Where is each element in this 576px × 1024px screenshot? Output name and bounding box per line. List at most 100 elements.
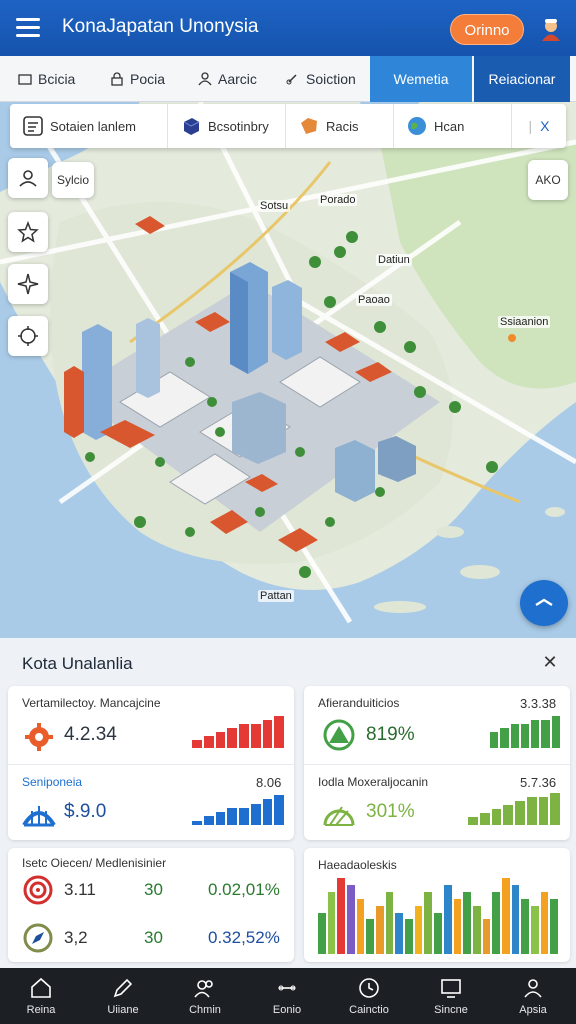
panel-title: Kota Unalanlia	[22, 654, 133, 673]
map-label: Ssiaanion	[498, 316, 551, 328]
profile-icon[interactable]	[538, 16, 564, 42]
chart-bar	[443, 885, 452, 954]
compass-button[interactable]	[8, 264, 48, 304]
stat-secondary: 8.06	[256, 775, 282, 790]
city-map[interactable]: Sylcio AKO Sotsu Porado Datiun Paoao Ssi…	[0, 102, 576, 638]
nav-item-contact[interactable]: Cainctio	[328, 968, 410, 1024]
chart-bar	[503, 805, 513, 825]
person-pin-icon	[19, 170, 37, 187]
triangle-icon	[323, 719, 355, 751]
chart-bar	[463, 892, 471, 954]
metric-row[interactable]: 3.11 30 0.02,01%	[8, 870, 294, 914]
nav-label: Sincne	[434, 1004, 468, 1016]
tab-label: Pocia	[130, 71, 166, 87]
map-mode-chip[interactable]: AKO	[528, 160, 568, 200]
stat-label: Iodla Moxeraljocanin	[318, 775, 429, 789]
filter-segment[interactable]: Racis	[286, 104, 394, 148]
map-label: Paoao	[356, 294, 392, 306]
filter-label: Hcan	[434, 118, 465, 134]
navigate-button[interactable]	[520, 580, 568, 626]
chart-bar	[551, 716, 560, 748]
user-icon	[524, 979, 542, 998]
document-icon	[23, 116, 43, 136]
metric-count: 30	[144, 880, 163, 899]
tab-wemetia[interactable]: Wemetia	[370, 56, 472, 102]
filter-segment[interactable]: Hcan	[394, 104, 512, 148]
nav-item-edit[interactable]: Uiiane	[82, 968, 164, 1024]
chart-bar	[479, 813, 490, 825]
chart-bar	[337, 878, 346, 954]
chart-bar	[227, 728, 237, 748]
tab-soiction[interactable]: Soiction	[286, 56, 366, 102]
stats-row[interactable]: Iodla Moxeraljocanin 5.7.36 301%	[304, 764, 570, 840]
chart-bar	[424, 892, 433, 954]
tab-bcicia[interactable]: Bcicia	[18, 56, 88, 102]
nav-label: Apsia	[519, 1004, 547, 1016]
tab-pocia[interactable]: Pocia	[110, 56, 180, 102]
chart-bar	[274, 795, 284, 825]
globe-icon	[408, 117, 426, 135]
stats-row[interactable]: Afieranduiticios 3.3.38 819%	[304, 686, 570, 762]
mini-bar-chart	[192, 795, 284, 825]
card-title: Isetc Oiecen/ Medlenisinier	[22, 856, 167, 870]
tab-label: Aarcic	[218, 71, 257, 87]
layers-button[interactable]	[8, 316, 48, 356]
nav-label: Eonio	[272, 1004, 302, 1016]
panel-close-icon[interactable]: ✕	[540, 652, 560, 672]
locate-button[interactable]	[8, 158, 48, 198]
metric-value: 3.11	[64, 880, 96, 899]
filter-close-button[interactable]: | X	[512, 104, 566, 148]
tab-aarcic[interactable]: Aarcic	[198, 56, 278, 102]
nav-item-home[interactable]: Reina	[0, 968, 82, 1024]
metric-count: 30	[144, 928, 163, 947]
chart-bar	[239, 808, 249, 825]
chart-bar	[366, 919, 375, 954]
chart-bar	[250, 804, 261, 825]
close-icon: X	[540, 118, 550, 134]
nav-item-screen[interactable]: Sincne	[410, 968, 492, 1024]
stats-row[interactable]: Vertamilectoy. Mancajcine 4.2.34	[8, 686, 294, 762]
monitor-icon	[441, 979, 461, 998]
chart-bar	[511, 885, 520, 954]
map-label: Datiun	[376, 254, 412, 266]
chart-bar	[262, 799, 273, 825]
chart-card[interactable]: Haeadaoleskis	[304, 848, 570, 962]
city-info-panel: Kota Unalanlia ✕ Vertamilectoy. Mancajci…	[0, 638, 576, 968]
chart-bar	[468, 817, 478, 825]
map-layer-chip[interactable]: Sylcio	[52, 162, 94, 198]
chart-bar	[192, 740, 202, 748]
person-icon	[198, 72, 212, 86]
tab-label: Wemetia	[393, 71, 449, 87]
filter-segment[interactable]: Bcsotinbry	[168, 104, 286, 148]
tab-label: Bcicia	[38, 71, 76, 87]
cta-button[interactable]: Orinno	[450, 14, 524, 45]
nav-item-profile[interactable]: Apsia	[492, 968, 574, 1024]
chart-bar	[521, 899, 529, 954]
stats-row[interactable]: Seniponeia 8.06 $.9.0	[8, 764, 294, 840]
chart-bar	[453, 899, 462, 954]
bridge-icon	[22, 806, 56, 827]
stat-value: 301%	[366, 801, 415, 822]
stat-value: 4.2.34	[64, 724, 117, 745]
favorite-button[interactable]	[8, 212, 48, 252]
compass-icon	[23, 923, 53, 953]
chart-bar	[385, 892, 394, 954]
map-label: Sotsu	[258, 200, 291, 212]
tab-reiacionar[interactable]: Reiacionar	[474, 56, 570, 102]
chart-bar	[491, 809, 502, 825]
target-icon	[18, 326, 38, 346]
nav-item-link[interactable]: Eonio	[246, 968, 328, 1024]
metric-row[interactable]: 3,2 30 0.32,52%	[8, 918, 294, 962]
home-icon	[31, 977, 51, 998]
menu-icon[interactable]	[16, 18, 40, 38]
globe-grid-icon	[323, 806, 355, 826]
nav-label: Uiiane	[107, 1004, 139, 1016]
chart-bar	[515, 801, 525, 825]
nav-item-people[interactable]: Chmin	[164, 968, 246, 1024]
map-label: Pattan	[258, 590, 294, 602]
filter-segment[interactable]: Sotaien lanlem	[10, 104, 168, 148]
target-icon	[23, 875, 53, 905]
stat-value: 819%	[366, 724, 415, 745]
mini-bar-chart	[192, 716, 284, 748]
compass-star-icon	[17, 273, 39, 295]
